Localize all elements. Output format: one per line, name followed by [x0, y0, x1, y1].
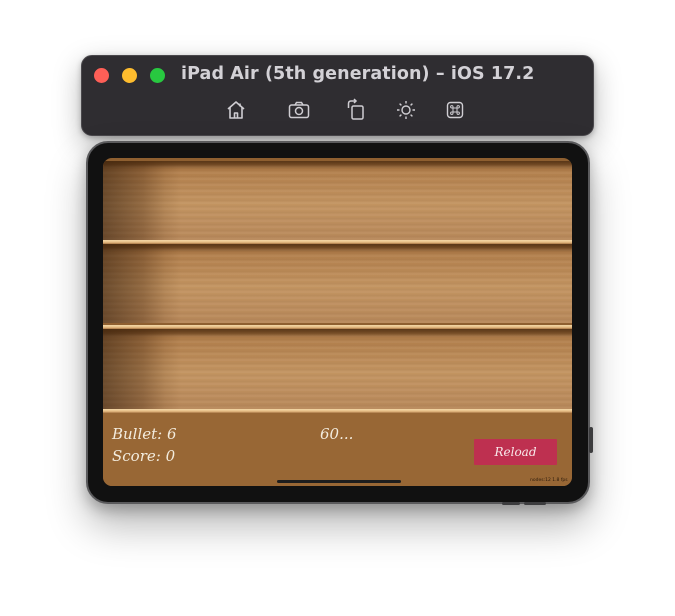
rotate-icon[interactable] — [344, 98, 368, 122]
brightness-icon[interactable] — [394, 98, 418, 122]
debug-stats: nodes:12 1.8 fps — [530, 478, 568, 483]
reload-button[interactable]: Reload — [474, 439, 557, 465]
command-icon[interactable] — [443, 98, 467, 122]
simulator-toolbar: iPad Air (5th generation) – iOS 17.2 — [81, 55, 594, 136]
zoom-window-button[interactable] — [150, 68, 165, 83]
score-label: Score: 0 — [112, 447, 176, 465]
bullet-count: Bullet: 6 — [112, 425, 177, 443]
home-icon[interactable] — [224, 98, 248, 122]
close-window-button[interactable] — [94, 68, 109, 83]
wooden-shelf — [103, 161, 572, 240]
home-indicator[interactable] — [277, 480, 401, 483]
game-screen[interactable]: Bullet: 6 Score: 0 60... Reload nodes:12… — [103, 158, 572, 486]
side-button — [589, 427, 593, 453]
timer-label: 60... — [320, 425, 354, 443]
minimize-window-button[interactable] — [122, 68, 137, 83]
volume-button — [502, 502, 520, 505]
wooden-shelf — [103, 244, 572, 323]
wooden-shelf — [103, 329, 572, 409]
window-title: iPad Air (5th generation) – iOS 17.2 — [181, 64, 535, 84]
volume-button — [524, 502, 546, 505]
screenshot-camera-icon[interactable] — [287, 98, 311, 122]
